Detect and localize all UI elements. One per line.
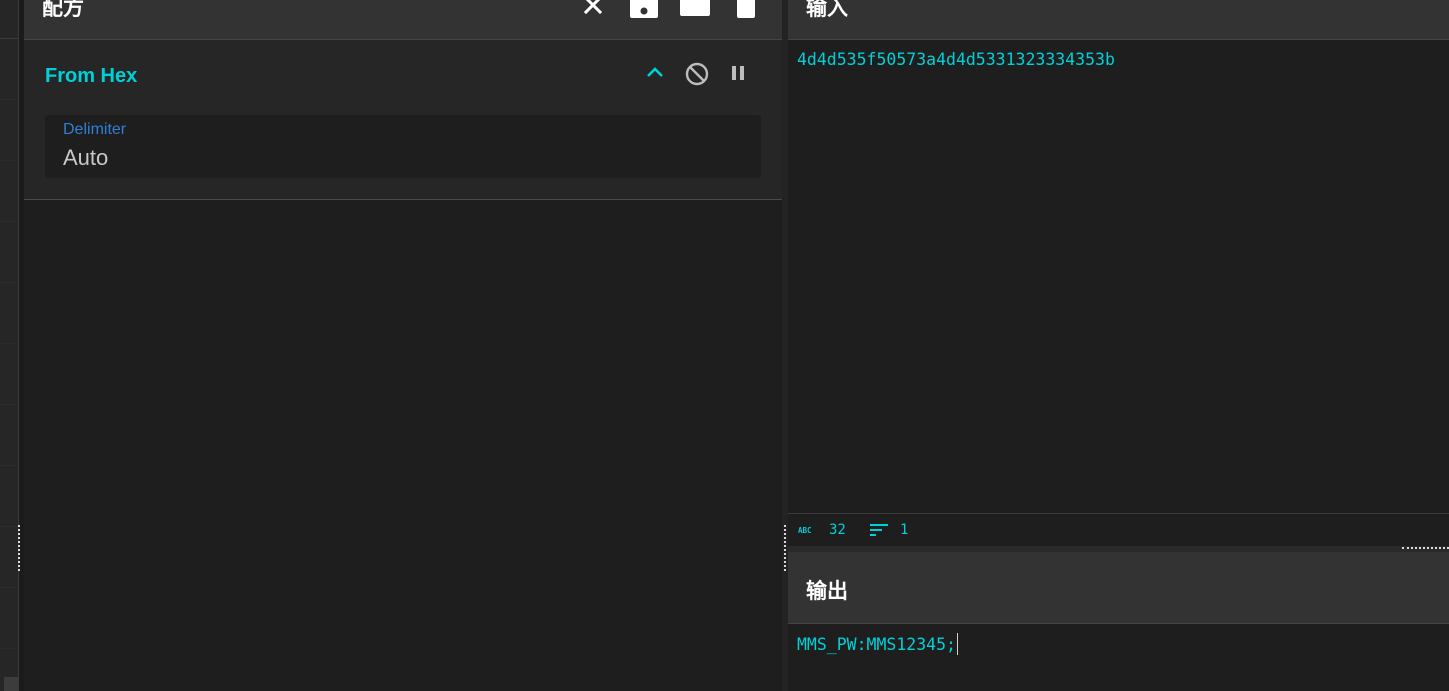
output-panel: 输出 MMS_PW:MMS12345; (788, 552, 1449, 691)
resize-grip-icon[interactable] (18, 525, 20, 571)
load-recipe-button[interactable] (679, 0, 711, 18)
recipe-title: 配方 (42, 0, 84, 20)
bake-icon (737, 0, 755, 18)
input-panel: 输入 4d4d535f50573a4d4d5331323334353b ABC … (788, 0, 1449, 546)
pause-icon (732, 66, 744, 80)
output-textarea[interactable]: MMS_PW:MMS12345; (797, 633, 958, 655)
disable-icon (685, 62, 709, 86)
lines-icon (870, 523, 890, 539)
svg-text:ABC: ABC (798, 526, 812, 535)
output-text: MMS_PW:MMS12345; (797, 635, 956, 654)
cyberchef-workspace: 配方 From Hex Delimiter Auto 输入 4d4d535f50… (0, 0, 1449, 691)
abc-icon: ABC (798, 525, 818, 535)
chevron-up-icon (647, 67, 663, 77)
input-line-count: 1 (900, 522, 909, 538)
operation-name: From Hex (45, 65, 138, 87)
clear-recipe-button[interactable] (581, 0, 605, 18)
delimiter-select[interactable]: Delimiter Auto (45, 115, 761, 178)
delimiter-value[interactable]: Auto (63, 145, 108, 171)
text-caret (956, 633, 958, 655)
breakpoint-button[interactable] (728, 64, 750, 84)
clear-icon (583, 0, 603, 15)
scrollbar-stub[interactable] (4, 677, 18, 691)
collapse-operation-button[interactable] (645, 64, 665, 80)
input-status-bar: ABC 32 1 (788, 513, 1449, 546)
operations-panel-edge (0, 0, 19, 691)
recipe-header: 配方 (24, 0, 782, 40)
input-length: 32 (829, 522, 846, 538)
resize-grip-icon[interactable] (1402, 547, 1449, 549)
disable-operation-button[interactable] (684, 61, 710, 87)
delete-recipe-button[interactable] (736, 0, 756, 20)
output-title: 输出 (806, 579, 848, 603)
save-recipe-button[interactable] (629, 0, 659, 20)
load-icon (680, 0, 710, 16)
output-header: 输出 (788, 552, 1449, 624)
input-title: 输入 (806, 0, 848, 20)
resize-grip-icon[interactable] (784, 525, 786, 571)
delimiter-label: Delimiter (63, 121, 127, 138)
input-textarea[interactable]: 4d4d535f50573a4d4d5331323334353b (797, 50, 1115, 69)
input-header: 输入 (788, 0, 1449, 40)
save-icon (630, 0, 658, 18)
operation-from-hex[interactable]: From Hex Delimiter Auto (24, 40, 782, 200)
recipe-panel: 配方 From Hex Delimiter Auto (24, 0, 782, 691)
